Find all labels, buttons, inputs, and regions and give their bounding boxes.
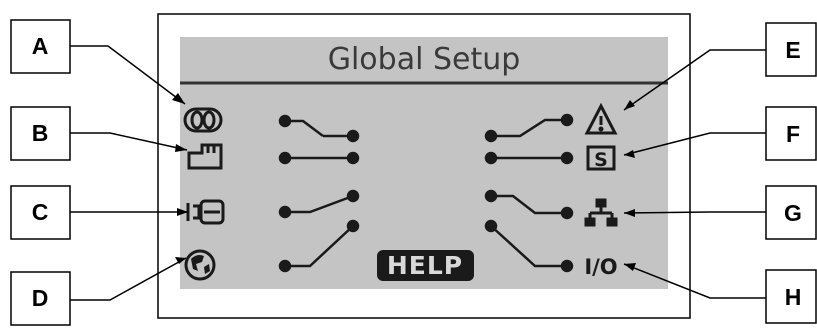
- callout-g: G: [765, 185, 817, 240]
- callout-a: A: [10, 19, 71, 74]
- screen-title: Global Setup: [328, 42, 521, 77]
- io-icon: I/O: [584, 255, 617, 279]
- callout-g-label: G: [784, 200, 802, 226]
- callout-h: H: [765, 269, 817, 324]
- io-icon-label: I/O: [584, 255, 617, 279]
- callout-a-label: A: [32, 33, 49, 59]
- s-box-letter: S: [594, 149, 608, 171]
- callout-c: C: [10, 185, 71, 240]
- callout-d: D: [10, 271, 71, 326]
- callout-h-label: H: [785, 284, 802, 310]
- callout-e-label: E: [785, 37, 800, 63]
- help-button[interactable]: HELP: [377, 250, 474, 281]
- callout-c-label: C: [32, 199, 49, 225]
- callout-e: E: [765, 22, 817, 77]
- callout-f-label: F: [786, 121, 800, 147]
- callout-b-label: B: [32, 120, 49, 146]
- callout-d-label: D: [32, 285, 49, 311]
- help-button-label: HELP: [387, 251, 463, 280]
- global-setup-diagram: Global Setup S I/O HELP A B C D E F G H: [10, 13, 817, 326]
- callout-b: B: [10, 106, 71, 161]
- callout-f: F: [765, 106, 817, 161]
